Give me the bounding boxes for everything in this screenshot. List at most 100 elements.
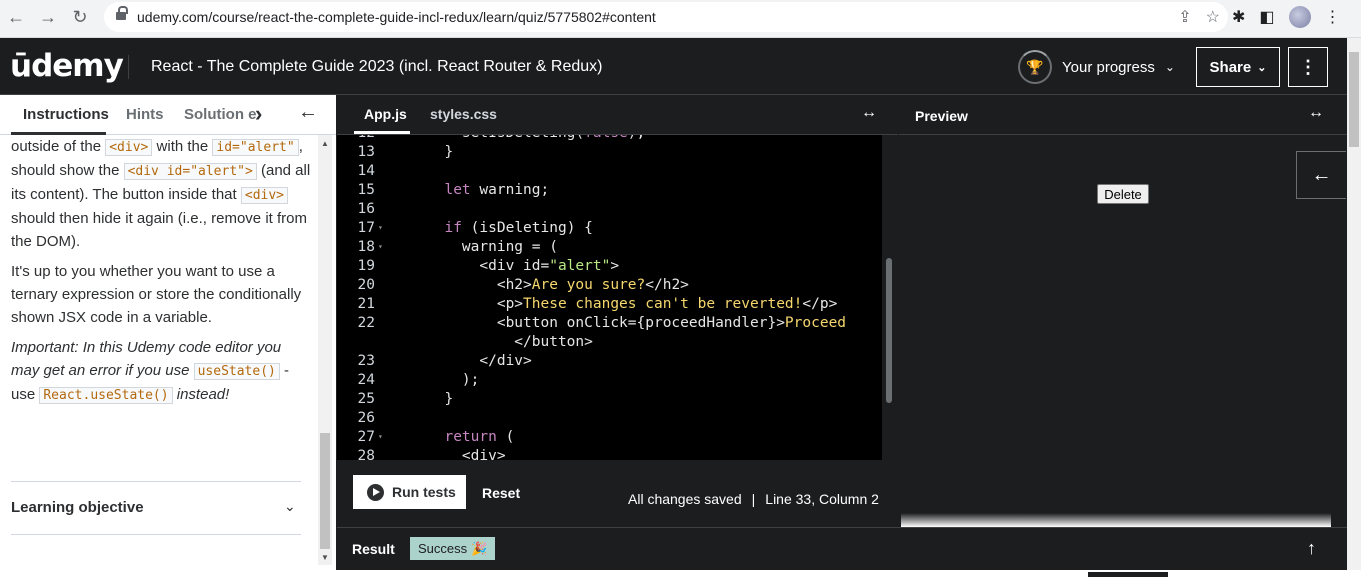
- arrow-up-icon[interactable]: ↑: [1307, 538, 1316, 559]
- scrollbar-thumb[interactable]: [1349, 52, 1359, 147]
- progress-label: Your progress: [1062, 58, 1155, 76]
- party-icon: 🎉: [471, 540, 488, 556]
- url-text[interactable]: udemy.com/course/react-the-complete-guid…: [137, 9, 656, 25]
- browser-toolbar: ← → ↻ udemy.com/course/react-the-complet…: [0, 0, 1361, 38]
- code-text: return (: [444, 429, 515, 445]
- run-tests-button[interactable]: Run tests: [353, 475, 466, 509]
- line-number: 22: [357, 315, 375, 331]
- code-line[interactable]: 18 ▾ warning = (: [337, 239, 882, 258]
- udemy-logo[interactable]: ūdemy: [10, 48, 124, 84]
- share-page-icon[interactable]: ⇪: [1178, 7, 1191, 27]
- code-text: );: [427, 372, 480, 388]
- learning-objective-toggle[interactable]: Learning objective: [11, 499, 144, 516]
- code-line[interactable]: </button>: [337, 334, 882, 353]
- share-button[interactable]: Share ⌄: [1196, 47, 1280, 87]
- code-editor-panel: App.js styles.css ↔ 12 setIsDeleting(fal…: [337, 95, 898, 527]
- share-label: Share: [1209, 58, 1252, 76]
- instruction-paragraph: It's up to you whether you want to use a…: [11, 263, 302, 326]
- code-line[interactable]: 28 <div>: [337, 448, 882, 460]
- tab-app-js[interactable]: App.js: [364, 106, 407, 122]
- forward-icon[interactable]: →: [36, 5, 60, 29]
- fold-toggle-icon[interactable]: ▾: [378, 242, 383, 251]
- fold-toggle-icon[interactable]: ▾: [378, 223, 383, 232]
- result-label: Result: [352, 541, 395, 557]
- code-line[interactable]: 17 ▾ if (isDeleting) {: [337, 220, 882, 239]
- more-options-button[interactable]: ⋮: [1288, 47, 1328, 87]
- bottom-marker: [1088, 572, 1168, 577]
- fold-toggle-icon[interactable]: ▾: [378, 432, 383, 441]
- code-line[interactable]: 15 let warning;: [337, 182, 882, 201]
- arrow-left-icon[interactable]: ←: [1296, 151, 1346, 199]
- scrollbar-thumb[interactable]: [320, 433, 330, 549]
- chevron-right-icon[interactable]: ›: [255, 101, 262, 127]
- code-text: }: [427, 144, 454, 160]
- code-line[interactable]: 19 <div id="alert">: [337, 258, 882, 277]
- page-scrollbar[interactable]: [1347, 38, 1361, 570]
- back-icon[interactable]: ←: [4, 5, 28, 29]
- code-line[interactable]: 27 ▾ return (: [337, 429, 882, 448]
- extensions-icon[interactable]: ✱: [1232, 7, 1245, 27]
- line-number: 13: [357, 144, 375, 160]
- expand-horizontal-icon[interactable]: ↔: [861, 104, 877, 122]
- line-number: 16: [357, 201, 375, 217]
- reset-button[interactable]: Reset: [482, 485, 520, 501]
- code-text: setIsDeleting(false);: [427, 135, 645, 141]
- course-title[interactable]: React - The Complete Guide 2023 (incl. R…: [151, 58, 602, 76]
- side-panel-icon[interactable]: ◧: [1259, 7, 1274, 27]
- line-number: 17: [357, 220, 375, 236]
- preview-header: Preview ↔: [899, 95, 1347, 135]
- code-text: </button>: [427, 334, 593, 350]
- expand-horizontal-icon[interactable]: ↔: [1308, 104, 1324, 122]
- code-line[interactable]: 26: [337, 410, 882, 429]
- instructions-panel: Instructions Hints Solution e › ← outsid…: [0, 95, 336, 570]
- code-line[interactable]: 24 );: [337, 372, 882, 391]
- important-note: Important: In this Udemy code editor you…: [11, 339, 290, 404]
- run-tests-label: Run tests: [392, 484, 456, 500]
- code-text: if (isDeleting) {: [444, 220, 593, 236]
- code-area[interactable]: 12 setIsDeleting(false);13 }1415 let war…: [337, 135, 882, 460]
- tab-hints[interactable]: Hints: [126, 106, 164, 123]
- code-text: <h2>Are you sure?</h2>: [427, 277, 689, 293]
- line-number: 27: [357, 429, 375, 445]
- code-text: <p>These changes can't be reverted!</p>: [427, 296, 838, 312]
- progress-dropdown[interactable]: 🏆 Your progress ⌄: [1018, 50, 1175, 84]
- preview-frame: Delete: [901, 135, 1331, 513]
- code-line[interactable]: 13 }: [337, 144, 882, 163]
- active-tab-indicator: [354, 131, 410, 134]
- tab-solution[interactable]: Solution e: [184, 106, 257, 123]
- code-line[interactable]: 21 <p>These changes can't be reverted!</…: [337, 296, 882, 315]
- instructions-scrollbar[interactable]: ▲ ▼: [318, 135, 332, 565]
- chevron-down-icon: ⌄: [1164, 60, 1175, 74]
- editor-tabs: App.js styles.css ↔: [337, 95, 898, 135]
- editor-scrollbar[interactable]: [882, 135, 898, 460]
- address-bar[interactable]: udemy.com/course/react-the-complete-guid…: [104, 2, 1228, 32]
- tab-styles-css[interactable]: styles.css: [430, 106, 497, 122]
- app-header: ūdemy React - The Complete Guide 2023 (i…: [0, 38, 1347, 95]
- scrollbar-thumb[interactable]: [886, 258, 892, 403]
- code-line[interactable]: 16: [337, 201, 882, 220]
- chevron-down-icon[interactable]: ⌄: [284, 498, 296, 515]
- preview-panel: Preview ↔ Delete ←: [899, 95, 1347, 527]
- code-line[interactable]: 14: [337, 163, 882, 182]
- code-line[interactable]: 20 <h2>Are you sure?</h2>: [337, 277, 882, 296]
- scroll-down-icon[interactable]: ▼: [321, 553, 329, 562]
- scroll-up-icon[interactable]: ▲: [321, 139, 329, 148]
- bookmark-star-icon[interactable]: ☆: [1206, 7, 1220, 27]
- code-text: let warning;: [444, 182, 550, 198]
- tab-instructions[interactable]: Instructions: [23, 106, 109, 123]
- editor-status: All changes saved | Line 33, Column 2: [628, 491, 879, 507]
- code-line[interactable]: 22 <button onClick={proceedHandler}>Proc…: [337, 315, 882, 334]
- code-line[interactable]: 25 }: [337, 391, 882, 410]
- trophy-icon: 🏆: [1018, 50, 1052, 84]
- code-text: }: [427, 391, 454, 407]
- browser-menu-icon[interactable]: ⋮: [1325, 7, 1341, 27]
- line-number: 28: [357, 448, 375, 460]
- code-line[interactable]: 23 </div>: [337, 353, 882, 372]
- lock-icon: [116, 6, 128, 22]
- collapse-arrow-icon[interactable]: ←: [298, 101, 318, 124]
- profile-avatar[interactable]: [1288, 6, 1311, 28]
- line-number: 15: [357, 182, 375, 198]
- code-line[interactable]: 12 setIsDeleting(false);: [337, 135, 882, 144]
- delete-button[interactable]: Delete: [1097, 184, 1149, 204]
- reload-icon[interactable]: ↻: [68, 5, 92, 29]
